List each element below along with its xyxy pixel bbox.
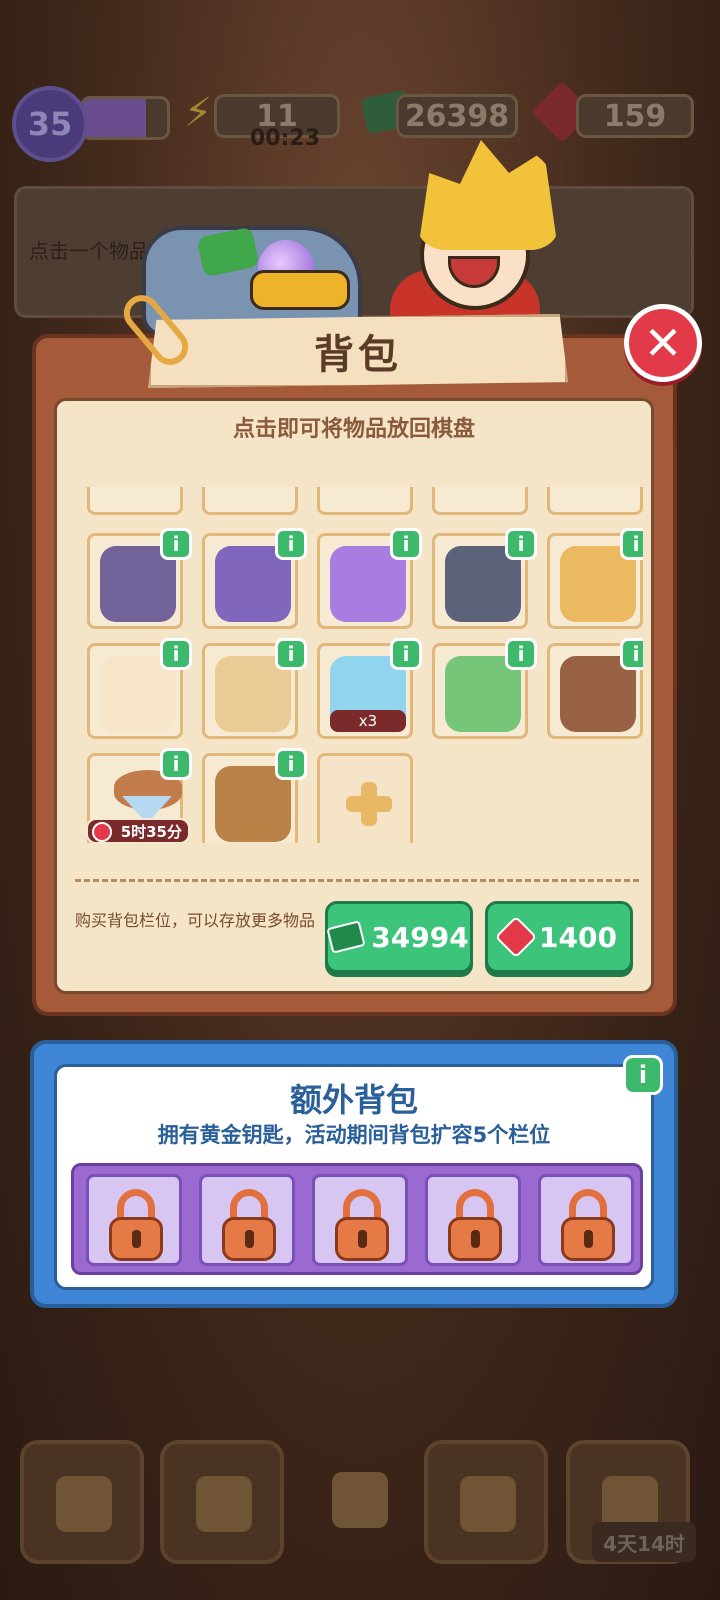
backpack-slot-lucky-cat[interactable]: i [87,638,192,739]
search-chest-button[interactable] [300,1440,424,1564]
lock-body [335,1217,389,1261]
info-icon[interactable]: i [275,748,307,780]
lock-body [109,1217,163,1261]
locked-slot[interactable] [312,1174,408,1266]
buy-slot-gem-button[interactable]: 1400 [485,901,633,973]
info-icon[interactable]: i [623,1055,663,1095]
backpack-grid[interactable]: i i i i i i i i x3 i i i 5时35分 i [87,487,643,843]
magnifier-chest-icon [332,1472,388,1528]
backpack-slot-cherry-clip[interactable]: i [432,638,537,739]
backpack-slot-motorcycle[interactable]: i [202,528,307,629]
lock-body [222,1217,276,1261]
gem-icon [494,915,538,959]
info-icon[interactable]: i [390,528,422,560]
lock-body [561,1217,615,1261]
back-button[interactable] [20,1440,144,1564]
backpack-slot-purple-car[interactable]: i [317,528,422,629]
locked-slot[interactable] [199,1174,295,1266]
panel-title: 背包 [314,332,402,378]
backpack-button[interactable] [160,1440,284,1564]
backpack-slot-treasure-chest[interactable]: i [547,528,643,629]
info-icon[interactable]: i [620,528,643,560]
backpack-slot-hourglass[interactable]: i 5时35分 [87,748,192,843]
bag-strap [250,270,350,310]
buy-slot-cash-button[interactable]: 34994 [325,901,473,973]
locked-slot-tray [71,1163,643,1275]
locked-slot[interactable] [86,1174,182,1266]
backpack-slot-partial[interactable] [547,487,643,515]
energy-timer: 00:23 [250,126,321,151]
backpack-slot-shepherd-dog[interactable]: i [202,748,307,843]
backpack-icon [196,1476,252,1532]
info-icon[interactable]: i [505,528,537,560]
info-icon[interactable]: i [390,638,422,670]
cooldown-badge: 5时35分 [87,818,190,843]
close-icon: ✕ [643,316,683,370]
shop-basket-button[interactable] [424,1440,548,1564]
backpack-hint: 点击即可将物品放回棋盘 [232,417,475,442]
cash-icon [326,920,366,954]
extra-backpack-panel: 额外背包 拥有黄金钥匙，活动期间背包扩容5个栏位 i [30,1040,678,1308]
level-progress-fill [83,99,146,137]
info-icon[interactable]: i [275,638,307,670]
cooldown-text: 5时35分 [120,822,182,841]
top-hud: 35 ⚡ 11 00:23 26398 159 [0,80,720,162]
gem-counter[interactable]: 159 [576,94,694,138]
event-timer: 4天14时 [592,1522,696,1562]
quantity-badge: x3 [330,710,406,732]
level-progress-bar [80,96,170,140]
lock-body [448,1217,502,1261]
locked-slot[interactable] [538,1174,634,1266]
backpack-slot-partial[interactable] [87,487,183,515]
extra-backpack-inner: 额外背包 拥有黄金钥匙，活动期间背包扩容5个栏位 i [54,1055,663,1290]
add-slot-button[interactable] [317,753,413,843]
item-info-text: 点击一个物品 [29,239,149,263]
arrow-left-icon [56,1476,112,1532]
extra-backpack-title: 额外背包 [289,1081,418,1119]
buy-gem-price: 1400 [539,920,617,954]
info-icon[interactable]: i [505,638,537,670]
backpack-inner: 点击即可将物品放回棋盘 i i i i i i i i x3 i i i 5时35分 i 购买背包栏位，可… [54,398,654,994]
backpack-slot-chess-pawn-stand[interactable]: i [547,638,643,739]
backpack-slot-partial[interactable] [317,487,413,515]
close-button[interactable]: ✕ [624,304,702,382]
energy-icon: ⚡ [184,90,213,136]
buy-cash-price: 34994 [371,920,469,954]
info-icon[interactable]: i [275,528,307,560]
info-icon[interactable]: i [620,638,643,670]
backpack-slot-wheels[interactable]: i [87,528,192,629]
info-icon[interactable]: i [160,528,192,560]
divider [75,879,639,882]
backpack-slot-crate[interactable]: i [202,638,307,739]
plus-icon [346,782,392,826]
basket-icon [460,1476,516,1532]
extra-backpack-subtitle: 拥有黄金钥匙，活动期间背包扩容5个栏位 [157,1123,551,1147]
info-icon[interactable]: i [160,748,192,780]
buy-slot-text: 购买背包栏位，可以存放更多物品 [75,911,316,930]
title-ribbon: 背包 [148,314,568,388]
level-badge[interactable]: 35 [12,86,88,162]
backpack-slot-scissors-bubble[interactable]: i x3 [317,638,422,739]
backpack-slot-jeep[interactable]: i [432,528,537,629]
backpack-slot-partial[interactable] [202,487,298,515]
cash-counter[interactable]: 26398 [396,94,518,138]
backpack-slot-partial[interactable] [432,487,528,515]
locked-slot[interactable] [425,1174,521,1266]
clock-icon [92,822,112,842]
info-icon[interactable]: i [160,638,192,670]
